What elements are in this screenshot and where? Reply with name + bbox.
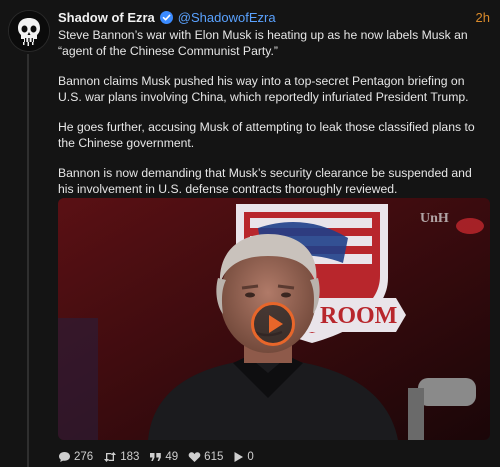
play-icon	[269, 315, 283, 333]
action-bar: 276 183 49 615 0	[58, 449, 264, 465]
repost-count: 183	[120, 451, 140, 463]
quote-count: 49	[165, 451, 179, 463]
author-handle[interactable]: @ShadowofEzra	[178, 10, 276, 25]
author-display-name[interactable]: Shadow of Ezra	[58, 10, 155, 25]
post-timestamp[interactable]: 2h	[476, 10, 490, 25]
post-body: Steve Bannon’s war with Elon Musk is hea…	[58, 28, 490, 212]
skull-avatar-icon	[9, 11, 49, 51]
reply-button[interactable]: 276	[58, 451, 93, 463]
post-card: Shadow of Ezra @ShadowofEzra 2h Steve Ba…	[0, 0, 500, 467]
post-paragraph: Bannon is now demanding that Musk’s secu…	[58, 166, 472, 196]
views-button[interactable]: 0	[233, 451, 254, 463]
post-header: Shadow of Ezra @ShadowofEzra 2h	[58, 8, 490, 26]
repost-button[interactable]: 183	[103, 451, 139, 463]
avatar[interactable]	[8, 10, 50, 52]
verified-badge-icon	[159, 10, 173, 24]
reply-count: 276	[74, 451, 94, 463]
post-paragraph: Bannon claims Musk pushed his way into a…	[58, 74, 469, 104]
channel-watermark-text: UnH	[420, 211, 449, 226]
repost-icon	[104, 452, 117, 462]
quote-icon	[150, 453, 162, 461]
like-button[interactable]: 615	[188, 451, 223, 463]
thread-line	[27, 54, 29, 467]
post-paragraph: He goes further, accusing Musk of attemp…	[58, 120, 475, 150]
heart-icon	[188, 452, 201, 462]
reply-icon	[59, 452, 70, 462]
play-views-icon	[234, 452, 244, 462]
like-count: 615	[204, 451, 224, 463]
quote-button[interactable]: 49	[149, 451, 178, 463]
view-count: 0	[247, 451, 254, 463]
post-paragraph: Steve Bannon’s war with Elon Musk is hea…	[58, 28, 468, 58]
backdrop-room-text: ROOM	[320, 303, 397, 329]
play-button[interactable]	[251, 302, 295, 346]
